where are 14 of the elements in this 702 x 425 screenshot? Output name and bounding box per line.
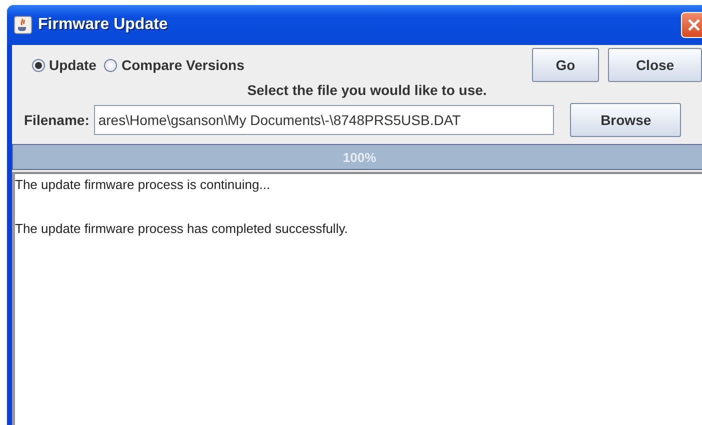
instruction-text: Select the file you would like to use. <box>246 82 488 98</box>
go-button[interactable]: Go <box>532 48 599 82</box>
browse-button[interactable]: Browse <box>570 103 682 137</box>
log-line: The update firmware process has completed successfully. <box>15 220 349 238</box>
mode-radio[interactable]: Update <box>32 57 96 73</box>
progress-reading: 100% <box>342 150 376 164</box>
java-cup-icon <box>14 16 32 34</box>
log-line: The update firmware process is continuing... <box>15 176 272 194</box>
window-title: Firmware Update <box>38 16 168 34</box>
filename-label: Filename: <box>24 112 90 128</box>
close-icon[interactable] <box>681 12 702 38</box>
close-button[interactable]: Close <box>608 48 702 82</box>
filename-field[interactable]: ares\Home\gsanson\My Documents\-\8748PRS5USB.DAT <box>94 105 554 135</box>
mode-radio[interactable]: Compare Versions <box>104 57 244 73</box>
